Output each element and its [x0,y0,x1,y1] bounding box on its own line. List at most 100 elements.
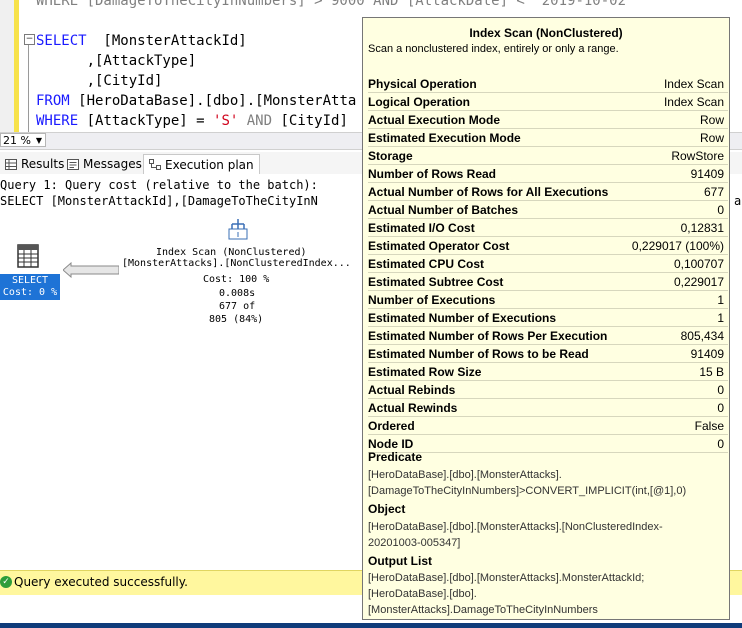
tooltip-row: Estimated Subtree Cost 0,229017 [368,274,728,291]
tooltip-row-label: Ordered [368,419,415,433]
object-body: [HeroDataBase].[dbo].[MonsterAttacks].[N… [368,519,718,551]
tooltip-row-value: 677 [703,185,724,199]
tooltip-row-value: 91409 [690,167,724,181]
tooltip-row-value: 15 B [699,365,724,379]
data-flow-arrow [63,262,119,278]
object-line: 20201003-005347] [368,537,461,549]
tooltip-row-value: 0 [717,383,724,397]
index-scan-object: [MonsterAttacks].[NonClusteredIndex... [122,258,351,269]
index-scan-rows-estimated: 805 (84%) [209,314,264,325]
query-sql-overflow: a [734,194,742,208]
messages-icon [67,158,79,170]
tab-label-execution-plan: Execution plan [165,157,254,172]
tooltip-row-label: Estimated Subtree Cost [368,275,504,289]
tab-messages[interactable]: Messages [62,154,147,174]
code-line-from: FROM [HeroDataBase].[dbo].[MonsterAtta [36,93,357,109]
tooltip-row-label: Estimated Row Size [368,365,482,379]
tooltip-row-value: Row [699,131,724,145]
query-header: Query 1: Query cost (relative to the bat… [0,178,318,192]
output-list-title: Output List [368,554,432,568]
tooltip-row-label: Actual Number of Batches [368,203,519,217]
tooltip-row: Estimated Execution Mode Row [368,130,728,147]
predicate-line: [HeroDataBase].[dbo].[MonsterAttacks]. [368,469,562,481]
tooltip-row: Ordered False [368,418,728,435]
status-message: Query executed successfully. [14,575,188,589]
tooltip-row-value: 0 [717,203,724,217]
operator-tooltip: Index Scan (NonClustered) Scan a nonclus… [362,17,730,620]
tooltip-row: Estimated CPU Cost 0,100707 [368,256,728,273]
index-scan-title: Index Scan (NonClustered) [156,247,307,258]
tooltip-row-value: Row [699,113,724,127]
tooltip-row: Physical Operation Index Scan [368,76,728,93]
tooltip-row: Estimated Row Size 15 B [368,364,728,381]
tooltip-row-label: Estimated Operator Cost [368,239,510,253]
tooltip-row-label: Number of Executions [368,293,496,307]
tooltip-row-value: 0,100707 [673,257,724,271]
tab-execution-plan[interactable]: Execution plan [143,154,260,174]
object-line: [HeroDataBase].[dbo].[MonsterAttacks].[N… [368,521,663,533]
tooltip-row: Actual Execution Mode Row [368,112,728,129]
zoom-dropdown[interactable]: 21 % ▼ [0,133,46,147]
tooltip-row-label: Estimated Number of Rows to be Read [368,347,589,361]
tooltip-row: Estimated Number of Executions 1 [368,310,728,327]
editor-gutter [0,0,14,132]
select-operator-label[interactable]: SELECT Cost: 0 % [0,274,60,300]
code-line-where: WHERE [AttackType] = 'S' AND [CityId] [36,113,348,129]
tooltip-row-value: 0,229017 [673,275,724,289]
tooltip-row: Estimated I/O Cost 0,12831 [368,220,728,237]
tooltip-row: Actual Number of Batches 0 [368,202,728,219]
select-label-text: SELECT [11,275,49,286]
window-status-strip [0,623,742,628]
tooltip-properties: Physical Operation Index Scan Logical Oper… [368,76,728,454]
tooltip-row-label: Estimated I/O Cost [368,221,475,235]
tooltip-row: Estimated Number of Rows to be Read 91409 [368,346,728,363]
tab-label-results: Results [21,157,65,171]
tooltip-row-value: False [694,419,724,433]
predicate-title: Predicate [368,450,423,464]
tooltip-row: Storage RowStore [368,148,728,165]
tooltip-row-label: Storage [368,149,413,163]
predicate-line: [DamageToTheCityInNumbers]>CONVERT_IMPLI… [368,485,687,497]
query-sql: SELECT [MonsterAttackId],[DamageToTheCit… [0,194,318,208]
tooltip-title: Index Scan (NonClustered) [469,26,623,40]
tooltip-row-label: Actual Execution Mode [368,113,501,127]
predicate-body: [HeroDataBase].[dbo].[MonsterAttacks]. [… [368,467,718,499]
collapse-icon[interactable]: − [24,34,35,45]
grid-icon [5,158,17,170]
select-cost-text: Cost: 0 % [2,287,58,298]
tooltip-row: Number of Executions 1 [368,292,728,309]
output-line: [MonsterAttacks].DamageToTheCityInNumber… [368,604,598,616]
code-line-select: SELECT [MonsterAttackId] [36,33,247,49]
tooltip-row-value: Index Scan [663,77,724,91]
object-title: Object [368,502,406,516]
index-scan-cost: Cost: 100 % [203,274,270,285]
output-list-body: [HeroDataBase].[dbo].[MonsterAttacks].Mo… [368,570,718,618]
tooltip-row-value: 1 [717,311,724,325]
tab-results[interactable]: Results [0,154,69,174]
tooltip-row-label: Actual Rebinds [368,383,456,397]
change-tracking-bar [14,0,19,132]
code-line-attacktype: ,[AttackType] [36,53,197,69]
execution-plan-icon [149,159,161,170]
select-operator-icon[interactable] [16,244,40,268]
tooltip-row-value: RowStore [671,149,724,163]
code-line-cityid: ,[CityId] [36,73,163,89]
tooltip-row-value: 0 [717,401,724,415]
chevron-down-icon: ▼ [35,136,42,145]
index-scan-rows-actual: 677 of [219,301,256,312]
tooltip-row-label: Actual Number of Rows for All Executions [368,185,609,199]
tooltip-row-label: Logical Operation [368,95,471,109]
tooltip-row: Number of Rows Read 91409 [368,166,728,183]
tooltip-row-value: 805,434 [680,329,724,343]
tooltip-row-label: Estimated Number of Rows Per Execution [368,329,608,343]
tooltip-row-value: Index Scan [663,95,724,109]
tooltip-row-label: Estimated Execution Mode [368,131,521,145]
tooltip-row: Actual Rewinds 0 [368,400,728,417]
index-scan-time: 0.008s [219,288,256,299]
tooltip-row-value: 0,229017 (100%) [631,239,724,253]
success-check-icon: ✓ [0,576,12,588]
tooltip-row: Actual Number of Rows for All Executions… [368,184,728,201]
code-line-where-previous: WHERE [DamageToTheCityInNumbers] > 9000 … [36,0,627,9]
index-scan-icon[interactable] [228,218,248,240]
tooltip-row-value: 0,12831 [680,221,724,235]
